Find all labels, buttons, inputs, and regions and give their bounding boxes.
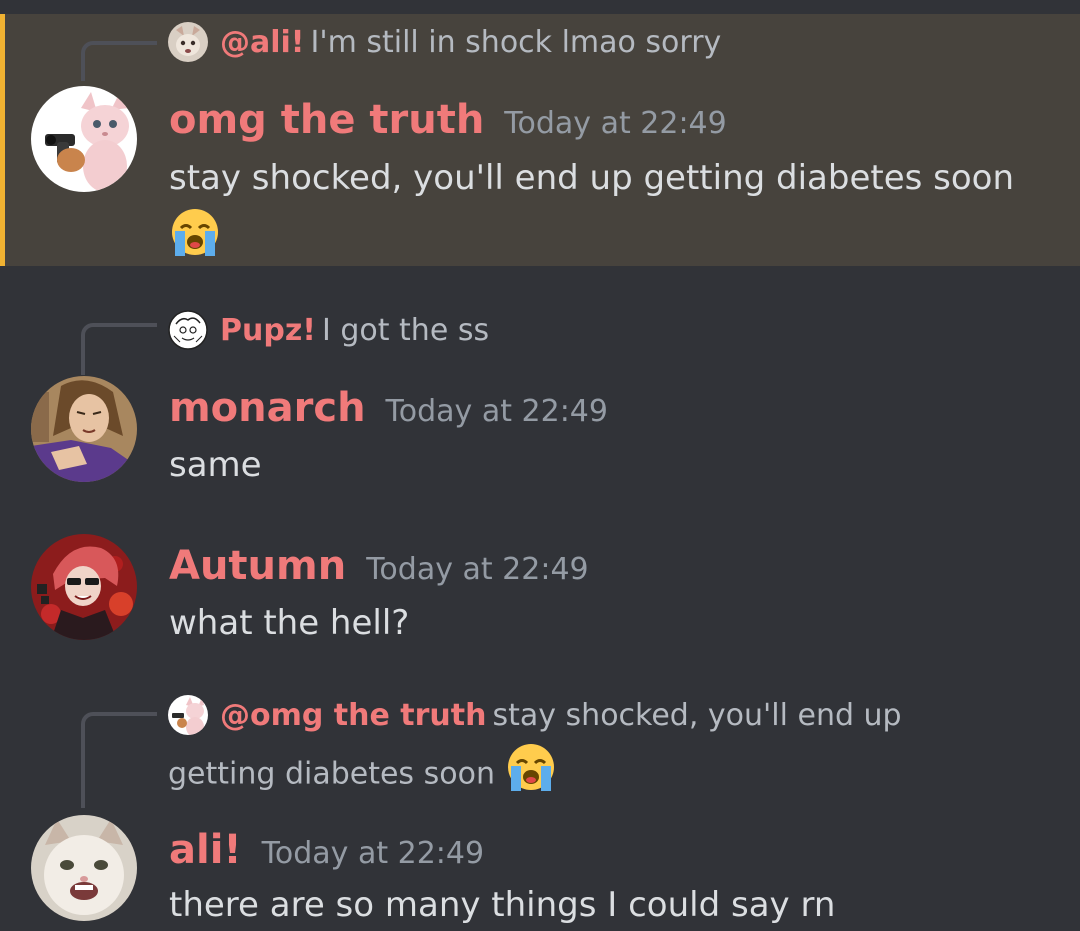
message-timestamp[interactable]: Today at 22:49 (504, 106, 726, 141)
white-cat-avatar[interactable] (31, 815, 137, 921)
message-content: what the hell? (169, 595, 1020, 651)
message-item[interactable]: Autumn Today at 22:49 what the hell? (0, 530, 1080, 650)
message-item[interactable]: @omg the truth stay shocked, you'll end u… (0, 690, 1080, 931)
chat-message-list: @ali! I'm still in shock lmao sorry omg t… (0, 0, 1080, 931)
message-text: there are so many things I could say rn (169, 885, 836, 925)
message-author[interactable]: monarch (169, 385, 366, 431)
reply-spine (81, 712, 157, 808)
reply-preview[interactable]: @ali! I'm still in shock lmao sorry (168, 18, 970, 68)
message-text: same (169, 445, 262, 485)
mention-highlight-bar (0, 14, 5, 266)
anime-character-avatar[interactable] (31, 376, 137, 482)
message-text: stay shocked, you'll end up getting diab… (169, 158, 1015, 198)
message-author[interactable]: omg the truth (169, 97, 484, 143)
reply-author[interactable]: @ali! (220, 25, 305, 60)
message-header: ali! Today at 22:49 (169, 822, 484, 878)
message-content: stay shocked, you'll end up getting diab… (169, 150, 1020, 275)
loudly-crying-face-emoji[interactable] (505, 741, 557, 809)
reply-text: I got the ss (321, 313, 490, 348)
cat-avatar-icon[interactable] (168, 22, 208, 62)
message-timestamp[interactable]: Today at 22:49 (366, 552, 588, 587)
red-haired-character-avatar[interactable] (31, 534, 137, 640)
reply-spine (81, 41, 157, 81)
loudly-crying-face-emoji[interactable] (169, 206, 221, 275)
reply-author[interactable]: @omg the truth (220, 698, 486, 733)
reply-author[interactable]: Pupz! (220, 313, 316, 348)
message-author[interactable]: ali! (169, 827, 242, 873)
message-author[interactable]: Autumn (169, 543, 346, 589)
reply-spine (81, 323, 157, 375)
reply-preview[interactable]: @omg the truth stay shocked, you'll end u… (168, 691, 970, 809)
reply-preview[interactable]: Pupz! I got the ss (168, 306, 970, 356)
sketch-avatar-icon[interactable] (168, 310, 208, 350)
sphynx-cat-avatar-icon[interactable] (168, 695, 208, 735)
message-text: what the hell? (169, 603, 410, 643)
sphynx-cat-with-gun-avatar[interactable] (31, 86, 137, 192)
message-timestamp[interactable]: Today at 22:49 (386, 394, 608, 429)
message-timestamp[interactable]: Today at 22:49 (262, 836, 484, 871)
message-item[interactable]: Pupz! I got the ss monarch Today at 22:49 … (0, 306, 1080, 496)
reply-text: I'm still in shock lmao sorry (310, 25, 722, 60)
message-content: same (169, 437, 1020, 493)
message-item[interactable]: @ali! I'm still in shock lmao sorry omg t… (0, 14, 1080, 266)
message-header: monarch Today at 22:49 (169, 380, 608, 436)
message-content: there are so many things I could say rn (169, 877, 1020, 931)
message-header: Autumn Today at 22:49 (169, 538, 589, 594)
message-header: omg the truth Today at 22:49 (169, 92, 727, 148)
